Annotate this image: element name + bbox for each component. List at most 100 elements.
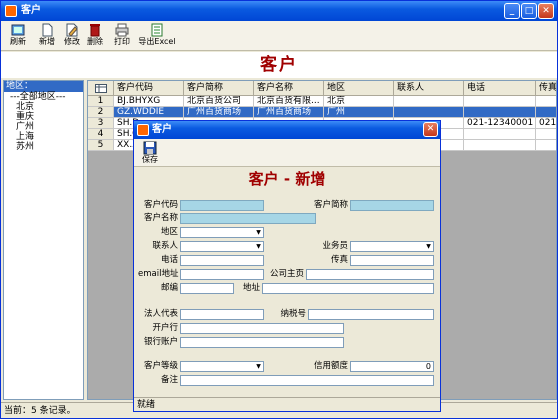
email-field[interactable] bbox=[180, 269, 264, 280]
printer-icon bbox=[115, 23, 129, 37]
region-item[interactable]: 北京 bbox=[4, 102, 83, 112]
homepage-field[interactable] bbox=[306, 269, 434, 280]
save-button[interactable]: 保存 bbox=[137, 141, 163, 167]
short-name-label: 客户简称 bbox=[313, 200, 348, 210]
chevron-down-icon: ▼ bbox=[256, 229, 261, 236]
grade-select[interactable]: ▼ bbox=[180, 361, 264, 372]
homepage-label: 公司主页 bbox=[269, 269, 304, 279]
region-item[interactable]: 上海 bbox=[4, 132, 83, 142]
edit-icon bbox=[66, 23, 78, 37]
bank-field[interactable] bbox=[180, 323, 344, 334]
code-label: 客户代码 bbox=[143, 200, 178, 210]
tax-no-field[interactable] bbox=[308, 309, 434, 320]
dialog-status-bar: 就绪 bbox=[134, 397, 440, 411]
row-number: 2 bbox=[88, 107, 114, 118]
name-label: 客户名称 bbox=[143, 213, 178, 223]
table-cell[interactable]: 021-1 bbox=[536, 118, 556, 129]
dialog-close-button[interactable]: ✕ bbox=[423, 122, 438, 137]
account-field[interactable] bbox=[180, 337, 344, 348]
zip-field[interactable] bbox=[180, 283, 234, 294]
address-label: 地址 bbox=[242, 283, 260, 293]
dialog-titlebar[interactable]: 客户 ✕ bbox=[134, 121, 440, 139]
table-cell[interactable] bbox=[464, 96, 536, 107]
table-cell[interactable] bbox=[536, 129, 556, 140]
region-item-all[interactable]: ---全部地区--- bbox=[4, 92, 83, 102]
grid-corner bbox=[88, 81, 114, 96]
region-select[interactable]: ▼ bbox=[180, 227, 264, 238]
remark-label: 备注 bbox=[160, 375, 178, 385]
table-cell[interactable] bbox=[536, 96, 556, 107]
table-cell[interactable]: 北京百货有限... bbox=[254, 96, 324, 107]
column-header[interactable]: 电话 bbox=[464, 81, 536, 96]
column-header[interactable]: 地区 bbox=[324, 81, 394, 96]
table-cell[interactable]: 广州 bbox=[324, 107, 394, 118]
region-panel-header: 地区： bbox=[4, 81, 83, 92]
code-field[interactable] bbox=[180, 200, 264, 211]
table-cell[interactable] bbox=[394, 107, 464, 118]
credit-field[interactable]: 0 bbox=[350, 361, 434, 372]
export-excel-button[interactable]: 导出Excel bbox=[138, 23, 176, 49]
table-cell[interactable]: 021-12340001 bbox=[464, 118, 536, 129]
table-cell[interactable]: GZ.WDDIE bbox=[114, 107, 184, 118]
export-label: 导出Excel bbox=[138, 37, 176, 46]
credit-label: 信用额度 bbox=[313, 361, 348, 371]
region-item[interactable]: 苏州 bbox=[4, 142, 83, 152]
table-cell[interactable]: BJ.BHYXG bbox=[114, 96, 184, 107]
fax-label: 传真 bbox=[330, 255, 348, 265]
minimize-button[interactable]: _ bbox=[504, 3, 520, 19]
trash-icon bbox=[90, 24, 100, 37]
table-cell[interactable] bbox=[464, 107, 536, 118]
table-cell[interactable]: 北京百货公司 bbox=[184, 96, 254, 107]
fax-field[interactable] bbox=[350, 255, 434, 266]
column-header[interactable]: 联系人 bbox=[394, 81, 464, 96]
table-cell[interactable]: 北京 bbox=[324, 96, 394, 107]
phone-field[interactable] bbox=[180, 255, 264, 266]
print-button[interactable]: 打印 bbox=[109, 23, 135, 49]
account-label: 银行账户 bbox=[143, 337, 178, 347]
grid-header-row: 客户代码 客户简称 客户名称 地区 联系人 电话 传真 bbox=[88, 81, 556, 96]
table-cell[interactable] bbox=[464, 140, 536, 151]
toolbar: 刷新 新增 修改 删除 打印 导出Excel bbox=[1, 21, 557, 51]
row-number: 3 bbox=[88, 118, 114, 129]
short-name-field[interactable] bbox=[350, 200, 434, 211]
remark-field[interactable] bbox=[180, 375, 434, 386]
refresh-icon bbox=[11, 24, 25, 36]
column-header[interactable]: 客户代码 bbox=[114, 81, 184, 96]
table-row[interactable]: 1 BJ.BHYXG 北京百货公司 北京百货有限... 北京 bbox=[88, 96, 556, 107]
legal-rep-field[interactable] bbox=[180, 309, 264, 320]
table-cell[interactable] bbox=[536, 107, 556, 118]
chevron-down-icon: ▼ bbox=[256, 243, 261, 250]
chevron-down-icon: ▼ bbox=[426, 243, 431, 250]
dialog-toolbar: 保存 bbox=[134, 139, 440, 167]
column-header[interactable]: 传真 bbox=[536, 81, 556, 96]
column-header[interactable]: 客户简称 bbox=[184, 81, 254, 96]
region-item[interactable]: 重庆 bbox=[4, 112, 83, 122]
column-header[interactable]: 客户名称 bbox=[254, 81, 324, 96]
close-button[interactable]: ✕ bbox=[538, 3, 554, 19]
table-cell[interactable] bbox=[464, 129, 536, 140]
zip-label: 邮编 bbox=[160, 283, 178, 293]
app-icon bbox=[5, 5, 17, 17]
new-document-icon bbox=[42, 23, 53, 37]
legal-rep-label: 法人代表 bbox=[143, 309, 178, 319]
address-field[interactable] bbox=[262, 283, 434, 294]
table-row[interactable]: 2 GZ.WDDIE 广州百货商场 广州百货商场 广州 bbox=[88, 107, 556, 118]
window-titlebar[interactable]: 客户 _ □ ✕ bbox=[1, 1, 557, 21]
table-cell[interactable]: 广州百货商场 bbox=[184, 107, 254, 118]
table-cell[interactable] bbox=[536, 140, 556, 151]
table-cell[interactable] bbox=[394, 96, 464, 107]
dialog-app-icon bbox=[137, 124, 149, 136]
region-item[interactable]: 广州 bbox=[4, 122, 83, 132]
row-number: 1 bbox=[88, 96, 114, 107]
email-label: email地址 bbox=[138, 269, 179, 279]
region-label: 地区 bbox=[160, 227, 178, 237]
customer-dialog: 客户 ✕ 保存 客户 - 新增 客户代码 客户简称 客户名称 地区 ▼ 联系人 … bbox=[133, 120, 441, 412]
name-field[interactable] bbox=[180, 213, 316, 224]
contact-select[interactable]: ▼ bbox=[180, 241, 264, 252]
salesman-select[interactable]: ▼ bbox=[350, 241, 434, 252]
row-number: 5 bbox=[88, 140, 114, 151]
table-cell[interactable]: 广州百货商场 bbox=[254, 107, 324, 118]
table-icon bbox=[94, 84, 107, 93]
contact-label: 联系人 bbox=[152, 241, 178, 251]
maximize-button[interactable]: □ bbox=[521, 3, 537, 19]
